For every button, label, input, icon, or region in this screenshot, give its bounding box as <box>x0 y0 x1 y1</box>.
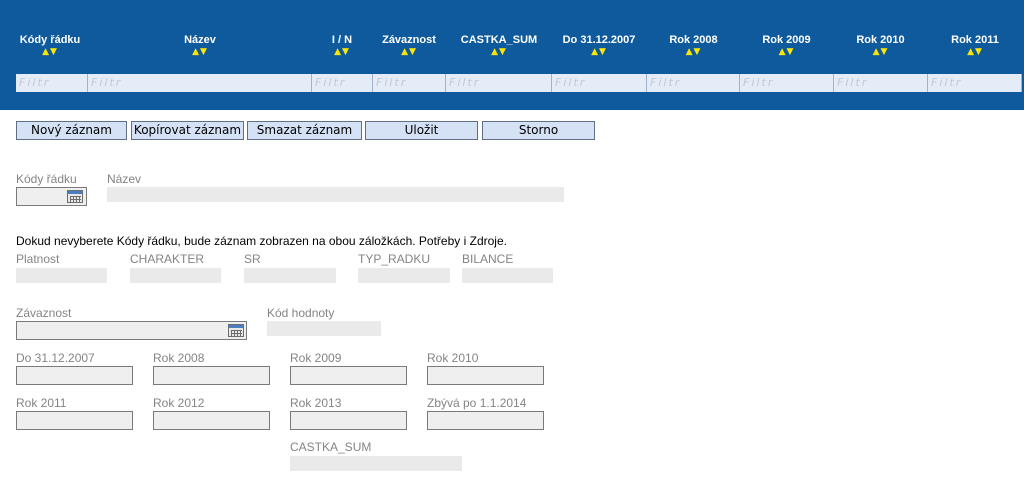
sort-arrows-icon[interactable]: ▲▼ <box>834 47 927 57</box>
filter-rok-2008[interactable]: Filtr <box>647 74 740 92</box>
column-label: Rok 2009 <box>762 34 811 46</box>
calendar-icon[interactable] <box>228 324 244 337</box>
filter-nazev[interactable]: Filtr <box>88 74 312 92</box>
castka-sum-field <box>290 456 462 471</box>
rok-2008-label: Rok 2008 <box>153 351 205 365</box>
sort-arrows-icon[interactable]: ▲▼ <box>928 47 1022 57</box>
sr-label: SR <box>244 252 261 266</box>
filter-i-n[interactable]: Filtr <box>312 74 373 92</box>
column-label: Rok 2008 <box>669 34 718 46</box>
filter-kody-radku[interactable]: Filtr <box>16 74 88 92</box>
kody-radku-select[interactable] <box>16 187 87 206</box>
kod-hodnoty-field <box>267 321 381 336</box>
rok-2008-input[interactable] <box>153 366 270 385</box>
platnost-label: Platnost <box>16 252 60 266</box>
column-label: CASTKA_SUM <box>460 34 538 46</box>
column-header-rok-2008[interactable]: Rok 2008 ▲▼ <box>647 0 740 72</box>
do-2007-input[interactable] <box>16 366 133 385</box>
zbyva-input[interactable] <box>427 411 544 430</box>
filter-do-2007[interactable]: Filtr <box>552 74 647 92</box>
filter-castka-sum[interactable]: Filtr <box>446 74 552 92</box>
rok-2011-label: Rok 2011 <box>16 396 67 410</box>
rok-2010-input[interactable] <box>427 366 544 385</box>
column-header-rok-2011[interactable]: Rok 2011 ▲▼ <box>928 0 1022 72</box>
do-2007-label: Do 31.12.2007 <box>16 351 95 365</box>
grid-header: Kódy řádku ▲▼ Název ▲▼ I / N ▲▼ Závaznos… <box>0 0 1024 110</box>
rok-2012-label: Rok 2012 <box>153 396 205 410</box>
sort-arrows-icon[interactable]: ▲▼ <box>740 47 833 57</box>
column-label: Název <box>184 34 216 46</box>
sr-field <box>244 268 336 283</box>
sort-arrows-icon[interactable]: ▲▼ <box>312 47 372 57</box>
column-label: Rok 2011 <box>951 34 999 46</box>
rok-2009-input[interactable] <box>290 366 407 385</box>
filter-rok-2009[interactable]: Filtr <box>740 74 834 92</box>
sort-arrows-icon[interactable]: ▲▼ <box>90 47 310 57</box>
charakter-label: CHARAKTER <box>130 252 205 266</box>
sort-arrows-icon[interactable]: ▲▼ <box>0 47 100 57</box>
column-header-nazev[interactable]: Název ▲▼ <box>90 0 310 72</box>
filter-zavaznost[interactable]: Filtr <box>373 74 446 92</box>
zavaznost-select[interactable] <box>16 321 247 340</box>
filter-rok-2010[interactable]: Filtr <box>834 74 928 92</box>
calendar-icon[interactable] <box>67 190 83 203</box>
castka-sum-label: CASTKA_SUM <box>290 440 372 454</box>
typ-radku-field <box>358 268 450 283</box>
column-header-rok-2010[interactable]: Rok 2010 ▲▼ <box>834 0 927 72</box>
new-record-button[interactable]: Nový záznam <box>16 121 127 140</box>
rok-2013-label: Rok 2013 <box>290 396 342 410</box>
sort-arrows-icon[interactable]: ▲▼ <box>447 47 551 57</box>
column-label: I / N <box>331 34 353 46</box>
filter-rok-2011[interactable]: Filtr <box>928 74 1022 92</box>
sort-arrows-icon[interactable]: ▲▼ <box>373 47 445 57</box>
nazev-field <box>107 187 564 202</box>
save-button[interactable]: Uložit <box>365 121 478 140</box>
rok-2010-label: Rok 2010 <box>427 351 479 365</box>
typ-radku-label: TYP_RADKU <box>358 252 431 266</box>
cancel-button[interactable]: Storno <box>482 121 595 140</box>
column-label: Rok 2010 <box>856 34 905 46</box>
column-label: Závaznost <box>382 34 436 46</box>
rok-2009-label: Rok 2009 <box>290 351 342 365</box>
rok-2012-input[interactable] <box>153 411 270 430</box>
zbyva-label: Zbývá po 1.1.2014 <box>427 396 527 410</box>
column-header-zavaznost[interactable]: Závaznost ▲▼ <box>373 0 445 72</box>
platnost-field <box>16 268 107 283</box>
column-label: Kódy řádku <box>19 34 81 46</box>
sort-arrows-icon[interactable]: ▲▼ <box>647 47 740 57</box>
bilance-field <box>462 268 553 283</box>
column-header-do-2007[interactable]: Do 31.12.2007 ▲▼ <box>552 0 646 72</box>
kody-radku-label: Kódy řádku <box>16 172 77 186</box>
column-header-castka-sum[interactable]: CASTKA_SUM ▲▼ <box>447 0 551 72</box>
nazev-label: Název <box>107 172 142 186</box>
column-header-rok-2009[interactable]: Rok 2009 ▲▼ <box>740 0 833 72</box>
bilance-label: BILANCE <box>462 252 514 266</box>
sort-arrows-icon[interactable]: ▲▼ <box>552 47 646 57</box>
column-header-i-n[interactable]: I / N ▲▼ <box>312 0 372 72</box>
delete-record-button[interactable]: Smazat záznam <box>247 121 362 140</box>
kod-hodnoty-label: Kód hodnoty <box>267 306 335 320</box>
charakter-field <box>130 268 221 283</box>
zavaznost-label: Závaznost <box>16 306 72 320</box>
copy-record-button[interactable]: Kopírovat záznam <box>131 121 244 140</box>
rok-2011-input[interactable] <box>16 411 133 430</box>
column-header-kody-radku[interactable]: Kódy řádku ▲▼ <box>0 0 100 72</box>
column-label: Do 31.12.2007 <box>562 34 636 46</box>
info-note: Dokud nevyberete Kódy řádku, bude záznam… <box>16 234 507 248</box>
rok-2013-input[interactable] <box>290 411 407 430</box>
filter-row: Filtr Filtr Filtr Filtr Filtr Filtr Filt… <box>0 72 1024 94</box>
